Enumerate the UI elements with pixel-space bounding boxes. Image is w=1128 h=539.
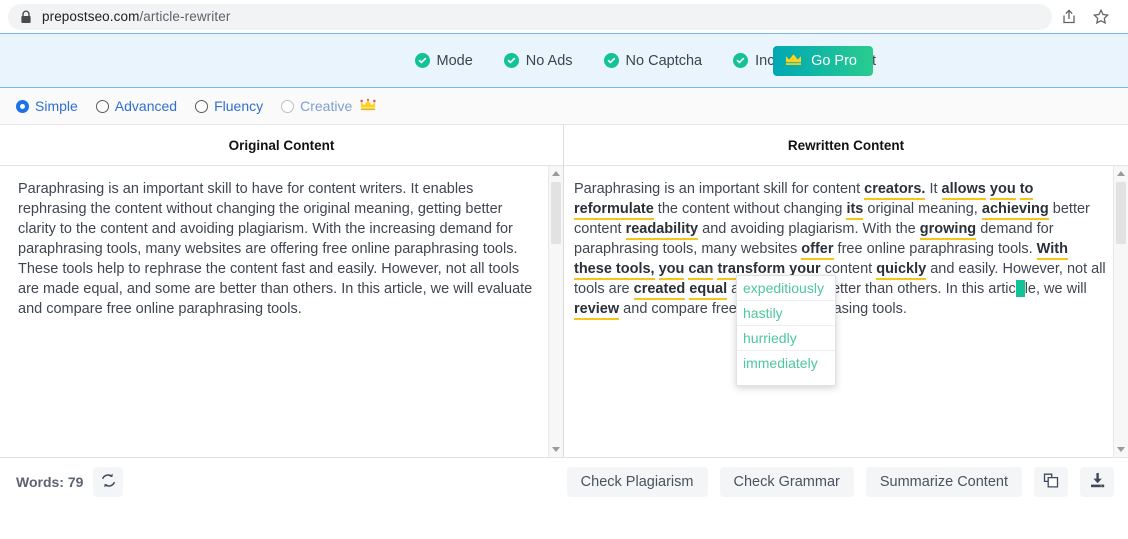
synonym-option[interactable]: hastily: [737, 301, 835, 326]
browser-action-icons: [1060, 8, 1120, 26]
rewritten-highlight-word[interactable]: review: [574, 301, 620, 320]
copy-button[interactable]: [1034, 467, 1068, 497]
rewritten-highlight-word[interactable]: equal: [689, 281, 728, 300]
copy-icon: [1042, 471, 1061, 493]
check-circle-icon: [603, 53, 619, 68]
original-content-textarea[interactable]: Paraphrasing is an important skill to ha…: [0, 166, 548, 457]
synonym-dropdown[interactable]: expeditiously hastily hurriedly immediat…: [736, 275, 836, 386]
scroll-up-arrow-icon[interactable]: [1117, 171, 1125, 176]
mode-label: Fluency: [214, 98, 264, 114]
url-text: prepostseo.com/article-rewriter: [42, 9, 230, 24]
refresh-icon: [100, 472, 117, 492]
lock-icon: [20, 10, 32, 24]
synonym-option[interactable]: immediately: [737, 351, 835, 375]
rewritten-highlight-word[interactable]: you: [658, 261, 685, 280]
rewritten-highlight-word[interactable]: its: [846, 201, 864, 220]
rewritten-content-title: Rewritten Content: [564, 125, 1128, 166]
check-circle-icon: [414, 53, 430, 68]
original-content-title: Original Content: [0, 125, 563, 166]
rewritten-highlight-word[interactable]: you: [989, 181, 1016, 200]
share-icon[interactable]: [1060, 8, 1078, 26]
scroll-down-arrow-icon[interactable]: [1117, 447, 1125, 452]
star-icon[interactable]: [1092, 8, 1110, 26]
rewritten-highlight-word[interactable]: achieving: [981, 201, 1049, 220]
address-bar[interactable]: prepostseo.com/article-rewriter: [8, 3, 1052, 30]
scroll-down-arrow-icon[interactable]: [552, 447, 560, 452]
crown-icon: [360, 98, 376, 113]
rewritten-highlight-word[interactable]: growing: [919, 221, 977, 240]
rewritten-highlight-word[interactable]: created: [633, 281, 686, 300]
rewritten-highlight-word[interactable]: readability: [625, 221, 699, 240]
synonym-option[interactable]: expeditiously: [737, 276, 835, 301]
browser-toolbar: prepostseo.com/article-rewriter: [0, 0, 1128, 33]
footer-toolbar: Words: 79 Check Plagiarism Check Grammar…: [0, 457, 1128, 506]
rewritten-highlight-word[interactable]: quickly: [876, 261, 927, 280]
rewritten-highlight-word[interactable]: to: [1019, 181, 1034, 200]
mode-option-creative[interactable]: Creative: [281, 98, 376, 114]
summarize-content-button[interactable]: Summarize Content: [865, 467, 1022, 497]
check-plagiarism-button[interactable]: Check Plagiarism: [566, 467, 708, 497]
check-grammar-button[interactable]: Check Grammar: [719, 467, 854, 497]
original-content-panel: Original Content Paraphrasing is an impo…: [0, 125, 564, 457]
go-pro-button[interactable]: Go Pro: [773, 45, 873, 76]
mode-selector: Simple Advanced Fluency Creative: [0, 88, 1128, 125]
footer-actions: Check Plagiarism Check Grammar Summarize…: [566, 467, 1114, 497]
original-content-body: Paraphrasing is an important skill to ha…: [0, 166, 563, 457]
url-path: /article-rewriter: [139, 9, 231, 24]
scrollbar-thumb[interactable]: [1116, 182, 1126, 244]
promo-label: No Captcha: [625, 52, 703, 69]
radio-creative[interactable]: [281, 99, 295, 113]
scroll-up-arrow-icon[interactable]: [552, 171, 560, 176]
rewritten-highlight-word[interactable]: offer: [801, 241, 834, 260]
pro-promo-bar: Mode No Ads No Captcha Increase word lim…: [0, 33, 1128, 88]
rewritten-highlight-word[interactable]: creators.: [864, 181, 926, 200]
radio-fluency[interactable]: [195, 99, 209, 113]
text-selection-caret: [1015, 280, 1025, 297]
promo-item-mode: Mode: [414, 52, 473, 69]
rewritten-scrollbar[interactable]: [1113, 166, 1128, 457]
original-scrollbar[interactable]: [548, 166, 563, 457]
rewritten-content-panel: Rewritten Content Paraphrasing is an imp…: [564, 125, 1128, 457]
rewritten-highlight-word[interactable]: can: [688, 261, 714, 280]
mode-option-simple[interactable]: Simple: [16, 98, 78, 114]
mode-label: Advanced: [114, 98, 178, 114]
word-count-label: Words: 79: [16, 474, 84, 490]
check-circle-icon: [503, 53, 519, 68]
refresh-button[interactable]: [93, 467, 124, 497]
mode-label: Creative: [300, 98, 353, 114]
download-button[interactable]: [1080, 467, 1114, 497]
rewritten-content-textarea[interactable]: Paraphrasing is an important skill for c…: [564, 166, 1113, 457]
rewritten-content-body: Paraphrasing is an important skill for c…: [564, 166, 1128, 457]
synonym-option[interactable]: hurriedly: [737, 326, 835, 351]
check-circle-icon: [733, 53, 749, 68]
download-icon: [1088, 471, 1107, 493]
editor-panels: Original Content Paraphrasing is an impo…: [0, 125, 1128, 457]
promo-label: Mode: [436, 52, 473, 69]
promo-label: No Ads: [525, 52, 573, 69]
rewritten-highlight-word[interactable]: allows: [941, 181, 986, 200]
mode-option-fluency[interactable]: Fluency: [195, 98, 263, 114]
promo-item-no-ads: No Ads: [503, 52, 573, 69]
go-pro-label: Go Pro: [811, 52, 857, 69]
radio-advanced[interactable]: [95, 99, 109, 113]
mode-label: Simple: [35, 98, 78, 114]
url-domain: prepostseo.com: [42, 9, 140, 24]
promo-item-no-captcha: No Captcha: [603, 52, 703, 69]
scrollbar-thumb[interactable]: [551, 182, 561, 244]
crown-icon: [785, 53, 802, 68]
rewritten-highlight-word[interactable]: reformulate: [574, 201, 654, 220]
mode-option-advanced[interactable]: Advanced: [95, 98, 178, 114]
radio-simple[interactable]: [16, 99, 29, 113]
